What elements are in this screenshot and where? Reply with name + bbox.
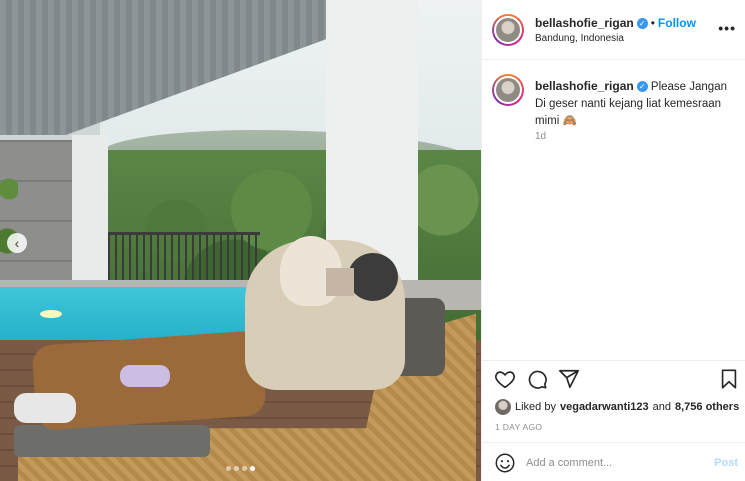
avatar[interactable]: [492, 74, 524, 106]
post-header: bellashofie_rigan ✓ • Follow Bandung, Indon…: [482, 0, 745, 60]
follow-button[interactable]: Follow: [658, 16, 696, 30]
photo-railing: [108, 232, 260, 280]
post-photo[interactable]: ‹: [0, 0, 481, 481]
heart-icon[interactable]: [494, 368, 516, 390]
post-timestamp[interactable]: 1 DAY AGO: [495, 422, 542, 432]
carousel-dot: [226, 466, 231, 471]
likes-conjunction: and: [652, 401, 671, 413]
photo-cushion: [14, 425, 210, 457]
photo-pool-light: [40, 310, 62, 318]
verified-badge-icon: ✓: [636, 18, 648, 30]
caption-timestamp: 1d: [535, 131, 547, 142]
photo-sock-purple: [120, 365, 170, 387]
post-comment-button[interactable]: Post: [714, 457, 738, 469]
location-link[interactable]: Bandung, Indonesia: [535, 33, 624, 44]
share-icon[interactable]: [558, 368, 580, 390]
username-link[interactable]: bellashofie_rigan: [535, 16, 634, 30]
liker-username-link[interactable]: vegadarwanti123: [560, 401, 649, 413]
carousel-prev-button[interactable]: ‹: [7, 233, 27, 253]
header-user-line: bellashofie_rigan ✓ • Follow: [535, 16, 696, 30]
bookmark-icon[interactable]: [718, 368, 740, 390]
action-bar: Liked by vegadarwanti123 and 8,756 other…: [482, 360, 745, 440]
carousel-dot: [242, 466, 247, 471]
verified-badge-icon: ✓: [636, 81, 648, 93]
likes-others-link[interactable]: 8,756 others: [675, 401, 739, 413]
chevron-left-icon: ‹: [14, 235, 20, 251]
caption-section: bellashofie_rigan ✓ Please Jangan Di gese…: [482, 60, 745, 360]
separator-dot: •: [650, 16, 655, 30]
carousel-dot-active: [250, 466, 255, 471]
carousel-dot: [234, 466, 239, 471]
photo-head: [348, 253, 398, 301]
photo-blurred-face: [326, 268, 354, 296]
comment-input[interactable]: [526, 452, 701, 474]
carousel-indicator: [226, 466, 255, 471]
caption-username-link[interactable]: bellashofie_rigan: [535, 79, 634, 93]
likes-summary: Liked by vegadarwanti123 and 8,756 other…: [495, 399, 739, 415]
photo-plant: [0, 150, 18, 280]
caption-text-block: bellashofie_rigan ✓ Please Jangan Di gese…: [535, 78, 735, 130]
liker-avatar[interactable]: [495, 399, 511, 415]
avatar[interactable]: [492, 14, 524, 46]
smiley-icon[interactable]: [494, 452, 516, 474]
comment-bar: Post: [482, 442, 745, 481]
comment-icon[interactable]: [526, 368, 548, 390]
post-side-panel: bellashofie_rigan ✓ • Follow Bandung, Indon…: [481, 0, 745, 481]
likes-prefix: Liked by: [515, 401, 556, 413]
photo-sock: [14, 393, 76, 423]
photo-pillar-left: [72, 135, 108, 295]
more-options-icon[interactable]: •••: [718, 20, 736, 36]
